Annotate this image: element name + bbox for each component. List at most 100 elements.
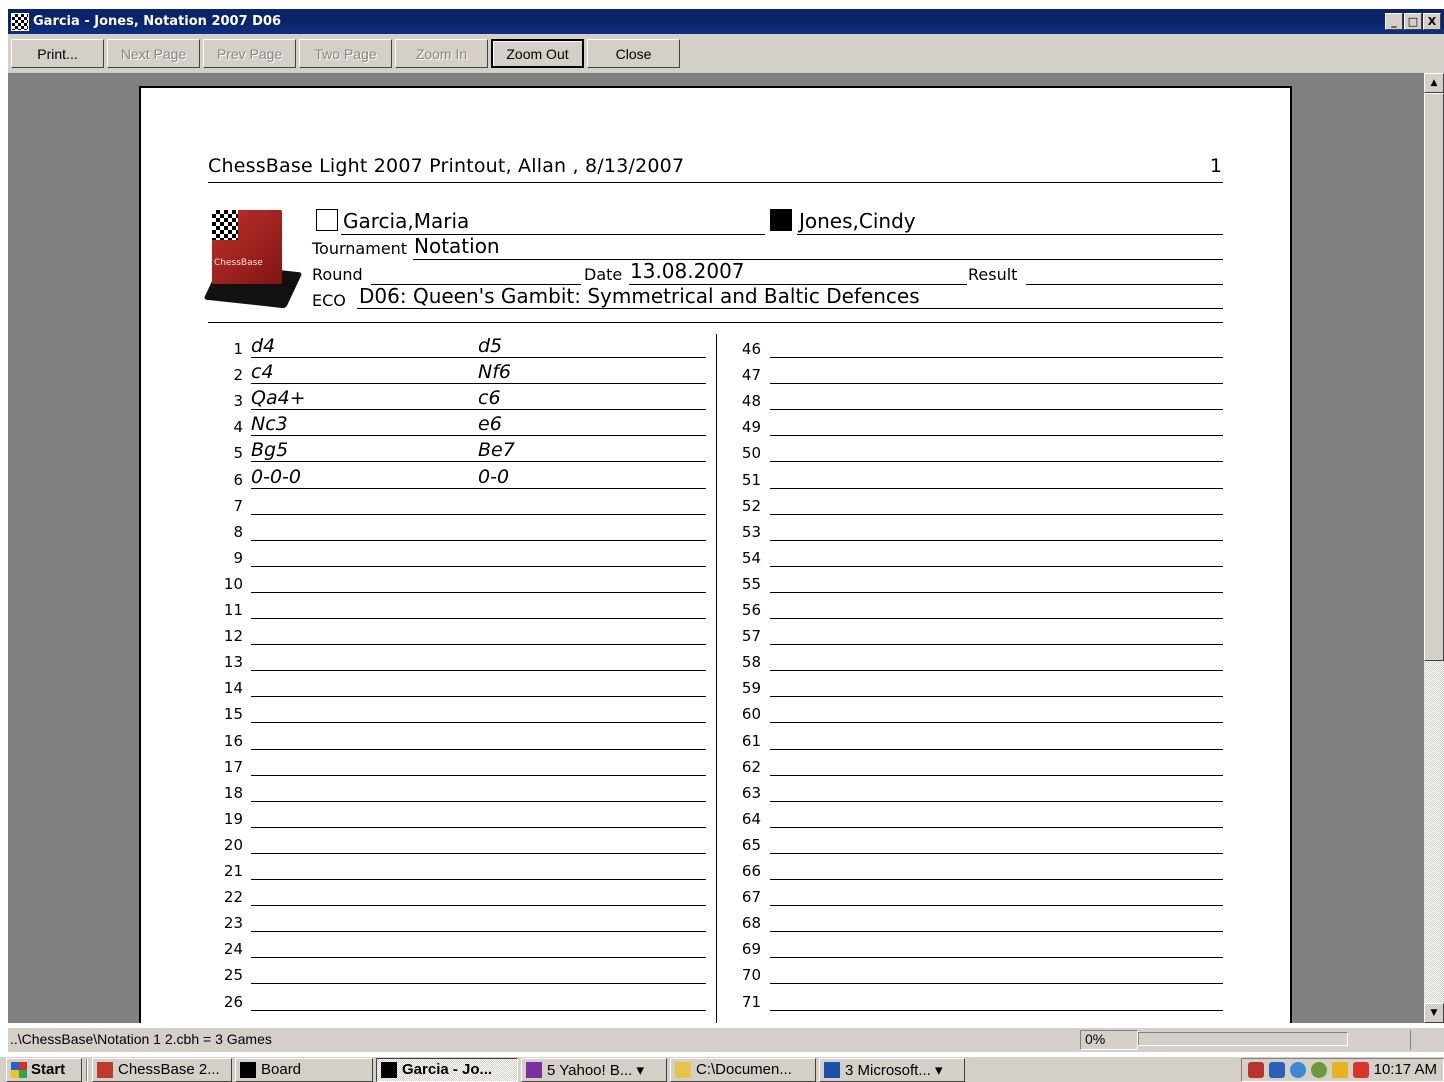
- print-preview-area[interactable]: ChessBase Light 2007 Printout, Allan , 8…: [8, 73, 1424, 1023]
- move-number: 19: [223, 809, 243, 828]
- page-number: 1: [1209, 155, 1222, 177]
- task-app-icon: [824, 1061, 840, 1078]
- move-line: [770, 383, 1223, 385]
- vertical-scrollbar[interactable]: ▲ ▼: [1424, 73, 1444, 1023]
- move-line: [770, 461, 1223, 463]
- move-line: [770, 826, 1223, 828]
- start-button[interactable]: Start: [6, 1057, 82, 1082]
- taskbar-item[interactable]: ChessBase 2...: [92, 1057, 232, 1082]
- move-line: [770, 722, 1223, 724]
- tournament-label: Tournament: [312, 239, 408, 258]
- taskbar-item[interactable]: Board: [235, 1057, 373, 1082]
- move-line: [251, 461, 706, 463]
- move-number: 55: [741, 574, 761, 593]
- warning-icon[interactable]: [1331, 1061, 1348, 1078]
- white-move: Nc3: [251, 413, 288, 436]
- black-player-line: [797, 234, 1223, 235]
- mail-icon[interactable]: [1352, 1061, 1369, 1078]
- taskbar-item-label: Board: [261, 1061, 302, 1078]
- result-label: Result: [968, 265, 1018, 284]
- move-line: [251, 409, 706, 411]
- move-number: 17: [223, 757, 243, 776]
- move-line: [251, 644, 706, 646]
- move-line: [770, 513, 1223, 515]
- move-line: [770, 879, 1223, 880]
- taskbar-item-label: 3 Microsoft... ▾: [845, 1061, 943, 1079]
- taskbar-item[interactable]: 5 Yahoo! B... ▾: [521, 1057, 667, 1082]
- taskbar-item[interactable]: 3 Microsoft... ▾: [819, 1057, 965, 1082]
- taskbar-item[interactable]: C:\Documen...: [670, 1057, 816, 1082]
- move-number: 1: [233, 340, 243, 358]
- white-player-line: [341, 234, 765, 235]
- chessboard-app-icon[interactable]: [11, 12, 29, 31]
- chessboard-icon: [212, 210, 238, 240]
- white-move: 0-0-0: [251, 465, 301, 488]
- chessbase-logo: ChessBase: [203, 208, 303, 309]
- move-number: 68: [741, 914, 761, 933]
- eco-value: D06: Queen's Gambit: Symmetrical and Bal…: [359, 284, 920, 308]
- move-number: 23: [223, 914, 243, 933]
- move-line: [770, 618, 1223, 619]
- task-app-icon: [97, 1061, 113, 1078]
- ie-icon[interactable]: [1289, 1061, 1306, 1078]
- move-number: 56: [741, 601, 761, 619]
- tray-network-icon[interactable]: [1310, 1061, 1327, 1078]
- date-value: 13.08.2007: [630, 259, 745, 283]
- eco-label: ECO: [312, 291, 346, 310]
- move-line: [251, 539, 706, 541]
- move-line: [770, 696, 1223, 698]
- app-icon[interactable]: [1268, 1061, 1285, 1078]
- status-divider: [1410, 1030, 1411, 1050]
- zoom-out-button[interactable]: Zoom Out: [491, 39, 584, 68]
- move-line: [251, 905, 706, 907]
- move-number: 6: [233, 470, 243, 489]
- two-page-button[interactable]: Two Page: [299, 39, 392, 68]
- black-move: 0-0: [478, 465, 510, 488]
- move-line: [251, 879, 706, 880]
- move-line: [251, 826, 706, 828]
- move-line: [251, 435, 706, 437]
- zoom-in-button[interactable]: Zoom In: [395, 39, 488, 68]
- move-number: 50: [741, 444, 761, 463]
- windows-flag-icon: [11, 1061, 27, 1078]
- move-line: [770, 957, 1223, 959]
- close-window-button[interactable]: X: [1423, 13, 1441, 30]
- taskbar-item-label: 5 Yahoo! B... ▾: [547, 1061, 645, 1079]
- move-number: 60: [741, 705, 761, 724]
- move-number: 16: [223, 731, 243, 750]
- move-line: [251, 748, 706, 750]
- move-line: [770, 565, 1223, 567]
- round-label: Round: [312, 265, 363, 284]
- close-button[interactable]: Close: [587, 39, 680, 68]
- print-button[interactable]: Print...: [11, 39, 104, 68]
- move-number: 69: [741, 940, 761, 959]
- black-move: c6: [478, 387, 501, 410]
- move-number: 71: [741, 992, 761, 1011]
- move-number: 62: [741, 757, 761, 776]
- move-number: 12: [223, 627, 243, 646]
- move-number: 10: [223, 574, 243, 593]
- maximize-button[interactable]: □: [1404, 13, 1422, 30]
- white-move: Qa4+: [251, 387, 306, 410]
- taskbar-item-label: C:\Documen...: [696, 1061, 792, 1078]
- minimize-button[interactable]: _: [1385, 13, 1403, 30]
- scrollbar-thumb[interactable]: [1424, 93, 1444, 661]
- taskbar-item[interactable]: Garcia - Jo...: [376, 1057, 518, 1082]
- move-number: 70: [741, 966, 761, 985]
- next-page-button[interactable]: Next Page: [107, 39, 200, 68]
- move-line: [770, 800, 1223, 802]
- black-move: e6: [478, 413, 502, 436]
- tournament-line: [413, 259, 1223, 260]
- prev-page-button[interactable]: Prev Page: [203, 39, 296, 68]
- header-rule: [208, 182, 1223, 183]
- task-app-icon: [675, 1061, 691, 1078]
- acrobat-icon[interactable]: [1247, 1061, 1264, 1078]
- task-app-icon: [526, 1061, 542, 1078]
- move-number: 8: [233, 522, 243, 541]
- scroll-down-icon[interactable]: ▼: [1424, 1003, 1444, 1023]
- move-number: 47: [741, 366, 761, 385]
- scroll-up-icon[interactable]: ▲: [1424, 73, 1444, 93]
- move-number: 3: [233, 392, 243, 411]
- move-number: 20: [223, 835, 243, 854]
- move-number: 14: [223, 679, 243, 698]
